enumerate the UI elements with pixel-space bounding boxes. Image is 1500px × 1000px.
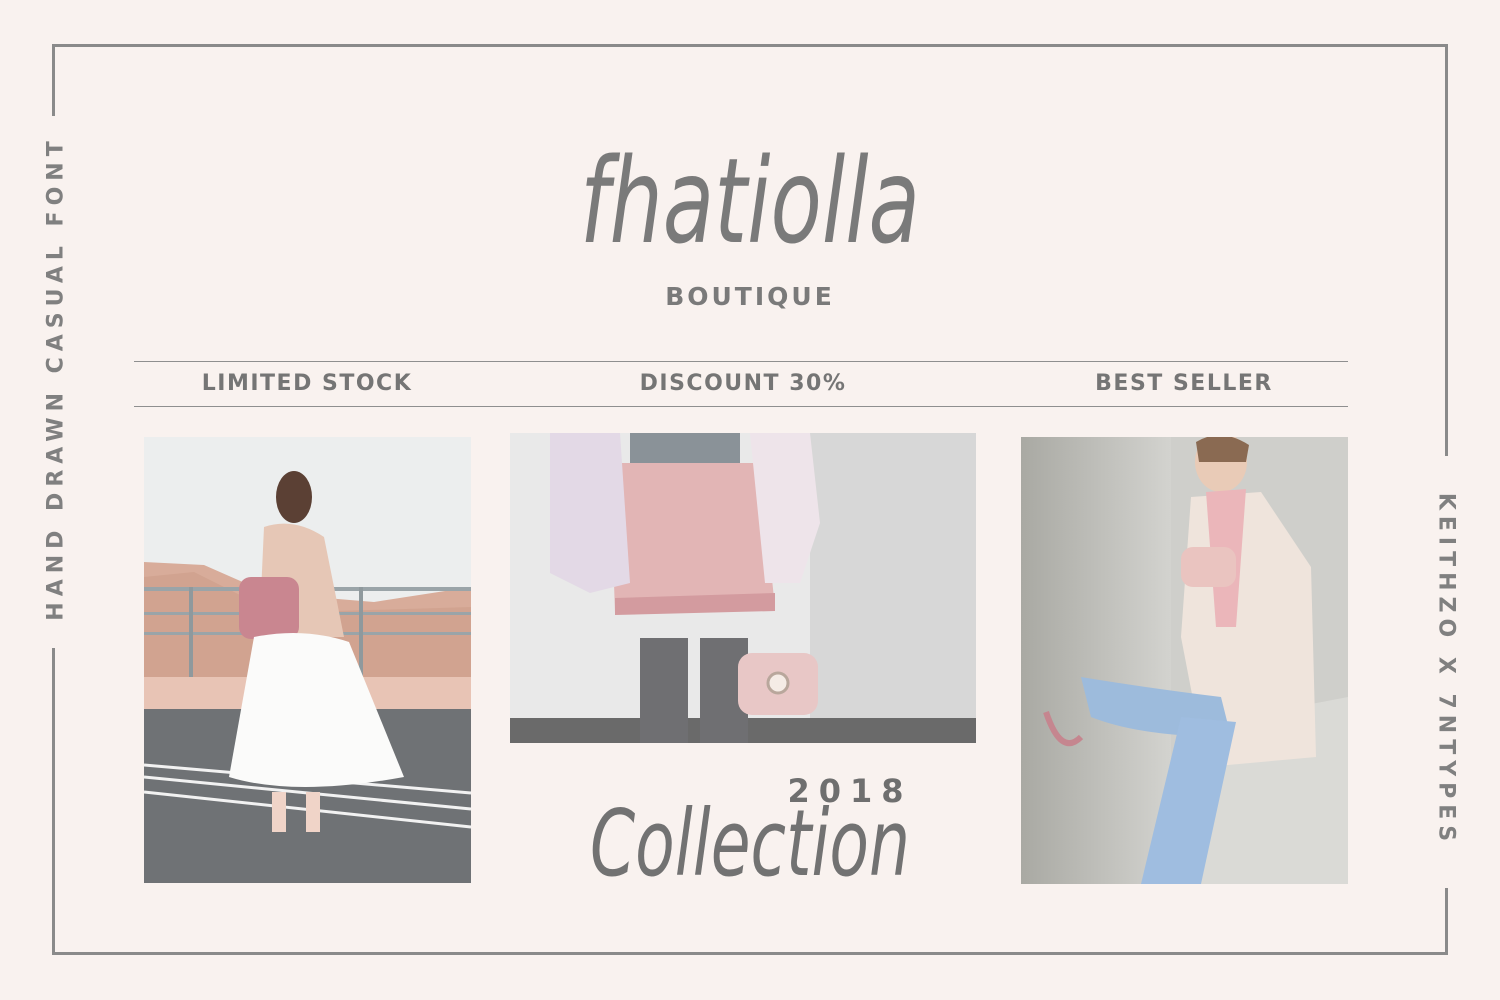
tag-limited-stock: LIMITED STOCK	[201, 371, 413, 396]
side-label-right: KEITHZO X 7NTYPES	[1433, 492, 1459, 848]
tag-bar-bottom-rule	[134, 406, 1348, 407]
brand-name: fhatiolla	[580, 132, 920, 270]
photo-pink-skirt-handbag	[510, 433, 976, 743]
frame-left-line-upper	[52, 44, 55, 116]
photo-woman-denim-coat	[1021, 437, 1348, 884]
brand-logo: fhatiolla	[580, 132, 920, 270]
tag-best-seller: BEST SELLER	[1095, 371, 1273, 396]
collection-title: Collection	[590, 790, 910, 897]
side-label-left: HAND DRAWN CASUAL FONT	[43, 135, 69, 621]
frame-right-line-lower	[1445, 888, 1448, 955]
collection-title-logo: Collection	[590, 790, 910, 897]
tag-bar-top-rule	[134, 361, 1348, 362]
frame-bottom-line	[52, 952, 1448, 955]
brand-subtitle: BOUTIQUE	[665, 282, 835, 311]
photo-woman-tulle-skirt	[144, 437, 471, 883]
tag-discount: DISCOUNT 30%	[639, 371, 847, 396]
frame-top-line	[52, 44, 1448, 47]
frame-right-line-upper	[1445, 44, 1448, 456]
frame-left-line-lower	[52, 648, 55, 955]
